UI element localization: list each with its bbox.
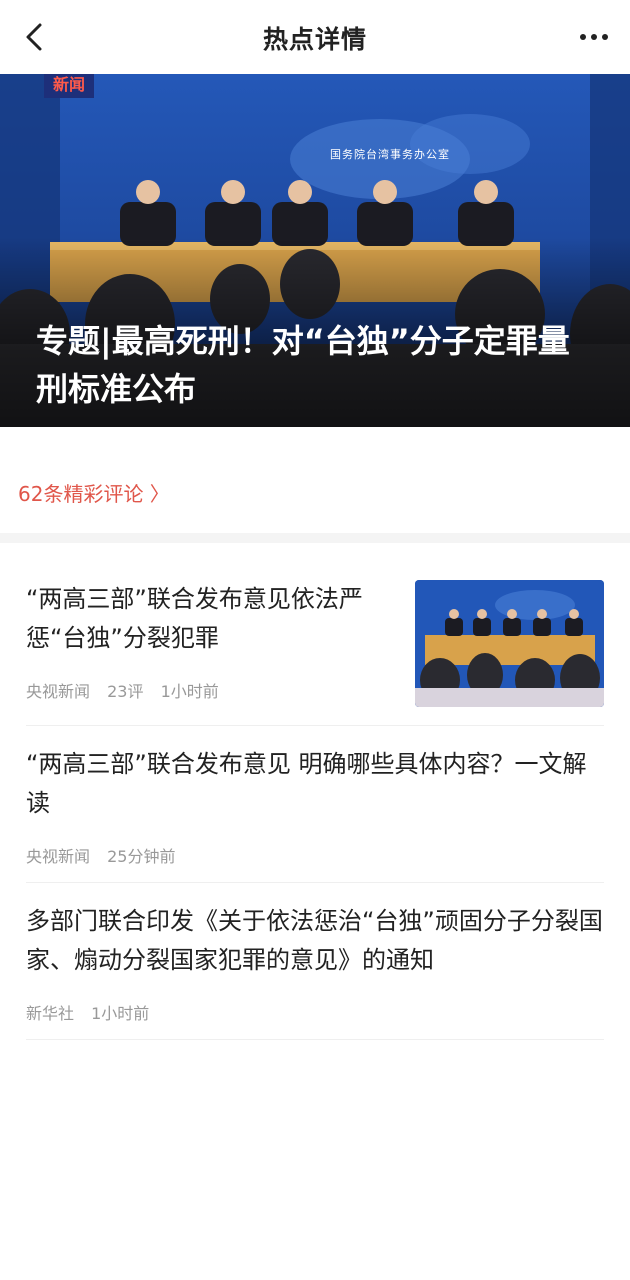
news-title: 多部门联合印发《关于依法惩治“台独”顽固分子分裂国家、煽动分裂国家犯罪的意见》的… [26,907,603,974]
news-source: 央视新闻 [26,847,91,866]
backdrop-text: 国务院台湾事务办公室 [330,148,450,161]
more-dots-icon [580,34,608,40]
news-item-1[interactable]: “两高三部”联合发布意见依法严惩“台独”分裂犯罪 央视新闻 23评 1小时前 [26,580,604,726]
section-divider [0,533,630,543]
news-comment-count: 23评 [107,682,144,701]
news-item-3[interactable]: 多部门联合印发《关于依法惩治“台独”顽固分子分裂国家、煽动分裂国家犯罪的意见》的… [26,902,604,1040]
hero-headline: 专题|最高死刑！对“台独”分子定罪量刑标准公布 [36,322,570,408]
page-title: 热点详情 [262,25,367,54]
news-meta: 央视新闻 25分钟前 [26,843,604,867]
hero-banner[interactable]: 新闻 国务院台湾事务办公室 专题|最高死刑！对“台独”分子定罪量刑标准公布 [0,74,630,427]
news-badge: 新闻 [44,74,94,98]
news-item-2[interactable]: “两高三部”联合发布意见 明确哪些具体内容？一文解读 央视新闻 25分钟前 [26,745,604,883]
news-source: 央视新闻 [26,682,91,701]
news-source: 新华社 [26,1004,75,1023]
news-title: “两高三部”联合发布意见依法严惩“台独”分裂犯罪 [26,585,363,652]
news-thumbnail [415,580,604,707]
more-button[interactable] [574,20,614,54]
news-meta: 新华社 1小时前 [26,1000,604,1024]
news-title: “两高三部”联合发布意见 明确哪些具体内容？一文解读 [26,750,587,817]
comments-link[interactable]: 62条精彩评论 〉 [18,478,170,507]
news-time: 1小时前 [91,1004,150,1023]
top-bar: 热点详情 [0,0,630,74]
news-time: 25分钟前 [107,847,176,866]
news-time: 1小时前 [160,682,219,701]
